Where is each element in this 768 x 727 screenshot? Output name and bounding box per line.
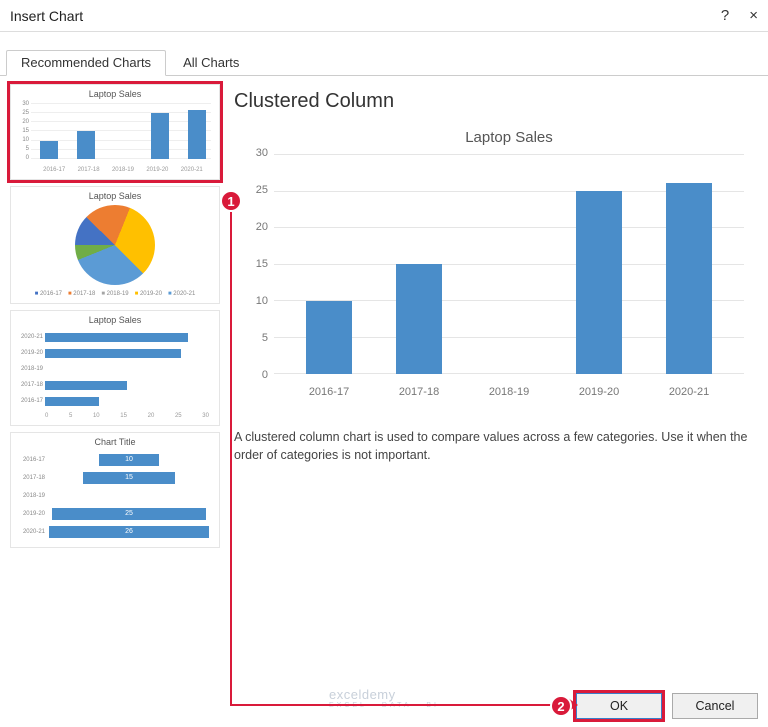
window-controls: ? × bbox=[721, 7, 758, 24]
dialog-title: Insert Chart bbox=[10, 8, 83, 24]
tabs: Recommended Charts All Charts bbox=[0, 32, 768, 76]
chart-thumbnails: Laptop Sales 30 25 20 15 10 5 0 bbox=[10, 84, 220, 671]
chart-bar bbox=[306, 301, 352, 374]
thumb-funnel[interactable]: Chart Title 2016-1710 2017-1815 2018-19 … bbox=[10, 432, 220, 548]
thumb-title: Laptop Sales bbox=[17, 89, 213, 99]
chart-bar bbox=[666, 183, 712, 374]
thumb-title: Chart Title bbox=[17, 437, 213, 447]
dialog-footer: OK Cancel bbox=[576, 693, 758, 719]
main-chart: Laptop Sales 30 25 20 15 10 5 0 bbox=[234, 119, 754, 399]
thumb-funnel-plot: 2016-1710 2017-1815 2018-19 2019-2025 20… bbox=[17, 451, 213, 541]
callout-badge: 1 bbox=[220, 190, 242, 212]
thumb-clustered-column[interactable]: Laptop Sales 30 25 20 15 10 5 0 bbox=[10, 84, 220, 180]
chart-bar bbox=[576, 191, 622, 374]
thumb-title: Laptop Sales bbox=[17, 315, 213, 325]
titlebar: Insert Chart ? × bbox=[0, 0, 768, 32]
thumb-hbar-plot: 2020-21 2019-20 2018-19 2017-18 2016-17 … bbox=[17, 329, 213, 419]
close-icon[interactable]: × bbox=[749, 7, 758, 24]
chart-title: Laptop Sales bbox=[274, 129, 744, 146]
pie-legend: 2016-17 2017-18 2018-19 2019-20 2020-21 bbox=[35, 291, 196, 297]
annotation-arrow bbox=[230, 212, 232, 706]
callout-badge: 2 bbox=[550, 695, 572, 717]
ok-button[interactable]: OK bbox=[576, 693, 662, 719]
tab-all-charts[interactable]: All Charts bbox=[168, 50, 254, 75]
thumb-pie[interactable]: Laptop Sales 2016-17 2017-18 2018-19 201… bbox=[10, 186, 220, 304]
chart-preview: Clustered Column Laptop Sales 30 25 20 1… bbox=[230, 84, 758, 671]
chart-type-heading: Clustered Column bbox=[234, 90, 754, 113]
tab-recommended[interactable]: Recommended Charts bbox=[6, 50, 166, 76]
chart-bar bbox=[396, 264, 442, 374]
cancel-button[interactable]: Cancel bbox=[672, 693, 758, 719]
thumb-column-plot: 30 25 20 15 10 5 0 2016-17 bbox=[17, 103, 213, 173]
thumb-title: Laptop Sales bbox=[17, 191, 213, 201]
pie-icon bbox=[75, 205, 155, 285]
thumb-bar-horizontal[interactable]: Laptop Sales 2020-21 2019-20 2018-19 201… bbox=[10, 310, 220, 426]
annotation-arrow bbox=[230, 704, 572, 706]
help-icon[interactable]: ? bbox=[721, 7, 729, 24]
chart-description: A clustered column chart is used to comp… bbox=[234, 429, 754, 464]
